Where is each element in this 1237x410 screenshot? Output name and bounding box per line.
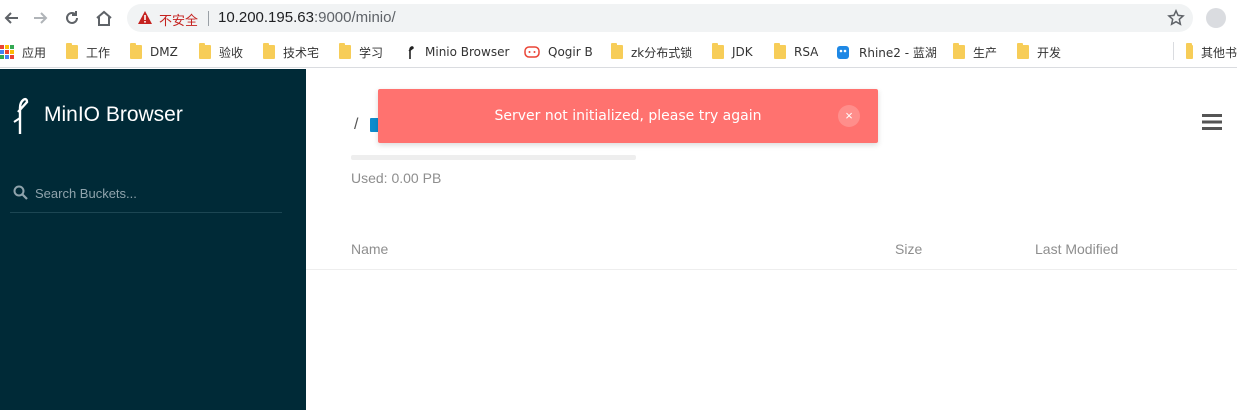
folder-icon: [774, 43, 786, 59]
warning-icon: [138, 11, 152, 24]
profile-avatar[interactable]: [1206, 8, 1226, 28]
bookmark-apps[interactable]: 应用: [0, 43, 46, 61]
column-header-size[interactable]: Size: [895, 241, 922, 257]
breadcrumb-separator: /: [354, 116, 359, 133]
bookmark-folder[interactable]: DMZ: [130, 43, 178, 61]
bookmark-lanhu[interactable]: Rhine2 - 蓝湖: [836, 43, 937, 61]
folder-icon: [66, 43, 78, 59]
folder-icon: [1017, 43, 1029, 59]
search-underline: [10, 212, 282, 213]
storage-used-label: Used: 0.00 PB: [351, 170, 442, 186]
bookmark-label: 应用: [22, 45, 47, 60]
address-bar[interactable]: 不安全 10.200.195.63:9000/minio/: [127, 4, 1193, 32]
arrow-left-icon: [4, 12, 18, 24]
url-host: 10.200.195.63: [218, 9, 314, 26]
bookmark-minio-browser[interactable]: Minio Browser: [404, 43, 509, 61]
hamburger-menu-icon[interactable]: [1202, 113, 1222, 131]
bookmark-folder[interactable]: RSA: [774, 43, 818, 61]
alert-close-button[interactable]: ×: [838, 105, 860, 127]
folder-icon: [130, 43, 142, 59]
bookmark-label: 技术宅: [283, 45, 320, 60]
storage-usage-bar: [351, 155, 636, 160]
security-label[interactable]: 不安全: [159, 10, 198, 29]
folder-icon: [263, 43, 275, 59]
bookmark-label: zk分布式锁: [631, 45, 693, 60]
folder-icon: [339, 43, 351, 59]
bookmark-folder[interactable]: 工作: [66, 43, 110, 61]
sidebar: MinIO Browser: [0, 69, 306, 410]
folder-icon: [199, 43, 211, 59]
bookmark-label: Qogir B: [548, 45, 593, 59]
folder-icon: [712, 43, 724, 59]
home-button[interactable]: [92, 6, 116, 30]
table-header-divider: [306, 269, 1237, 270]
bookmark-label: 其他书: [1200, 45, 1237, 60]
bookmark-label: 验收: [219, 45, 244, 60]
alert-message: Server not initialized, please try again: [494, 108, 762, 124]
search-icon: [13, 185, 28, 200]
bookmark-folder[interactable]: 开发: [1017, 43, 1061, 61]
bookmark-label: 学习: [359, 45, 384, 60]
bookmark-label: 开发: [1037, 45, 1062, 60]
minio-logo-icon: [408, 46, 414, 59]
bookmark-label: 工作: [86, 45, 111, 60]
star-icon[interactable]: [1167, 9, 1185, 27]
omnibox-divider: [208, 11, 209, 26]
close-icon: ×: [845, 108, 853, 123]
url-path: :9000/minio/: [313, 9, 396, 26]
column-header-name[interactable]: Name: [351, 241, 388, 257]
minio-logo-icon: [13, 97, 29, 134]
bookmark-label: RSA: [794, 45, 819, 59]
bookmarks-divider: [1173, 42, 1174, 60]
forward-button[interactable]: [28, 6, 52, 30]
folder-icon: [1186, 43, 1193, 59]
bookmark-folder[interactable]: zk分布式锁: [611, 43, 692, 61]
error-alert: Server not initialized, please try again…: [378, 89, 878, 143]
qogir-icon: [524, 46, 540, 58]
bookmark-folder[interactable]: 技术宅: [263, 43, 319, 61]
bookmark-folder[interactable]: 验收: [199, 43, 243, 61]
bookmarks-bar: 应用 工作 DMZ 验收 技术宅 学习 Minio Browser Qogir …: [0, 36, 1237, 68]
brand-title: MinIO Browser: [44, 103, 183, 126]
folder-icon: [953, 43, 965, 59]
bookmark-label: DMZ: [150, 45, 178, 59]
browser-toolbar: 不安全 10.200.195.63:9000/minio/: [0, 0, 1237, 36]
bookmark-label: 生产: [973, 45, 998, 60]
bookmark-folder[interactable]: JDK: [712, 43, 753, 61]
home-icon: [96, 10, 112, 26]
bookmark-folder-other[interactable]: 其他书: [1186, 43, 1237, 61]
bookmark-label: Rhine2 - 蓝湖: [859, 45, 937, 60]
folder-icon: [611, 43, 623, 59]
apps-grid-icon: [0, 45, 14, 59]
bookmark-qogir[interactable]: Qogir B: [524, 43, 593, 61]
lanhu-icon: [837, 46, 849, 59]
arrow-right-icon: [34, 12, 48, 24]
back-button[interactable]: [0, 6, 24, 30]
bookmark-folder[interactable]: 学习: [339, 43, 383, 61]
search-buckets-input[interactable]: [35, 183, 275, 203]
reload-icon: [66, 11, 78, 24]
column-header-last-modified[interactable]: Last Modified: [1035, 241, 1118, 257]
url-text[interactable]: 10.200.195.63:9000/minio/: [218, 9, 396, 26]
bookmark-label: Minio Browser: [425, 45, 510, 59]
bookmark-label: JDK: [732, 45, 753, 59]
bookmark-folder[interactable]: 生产: [953, 43, 997, 61]
reload-button[interactable]: [60, 6, 84, 30]
